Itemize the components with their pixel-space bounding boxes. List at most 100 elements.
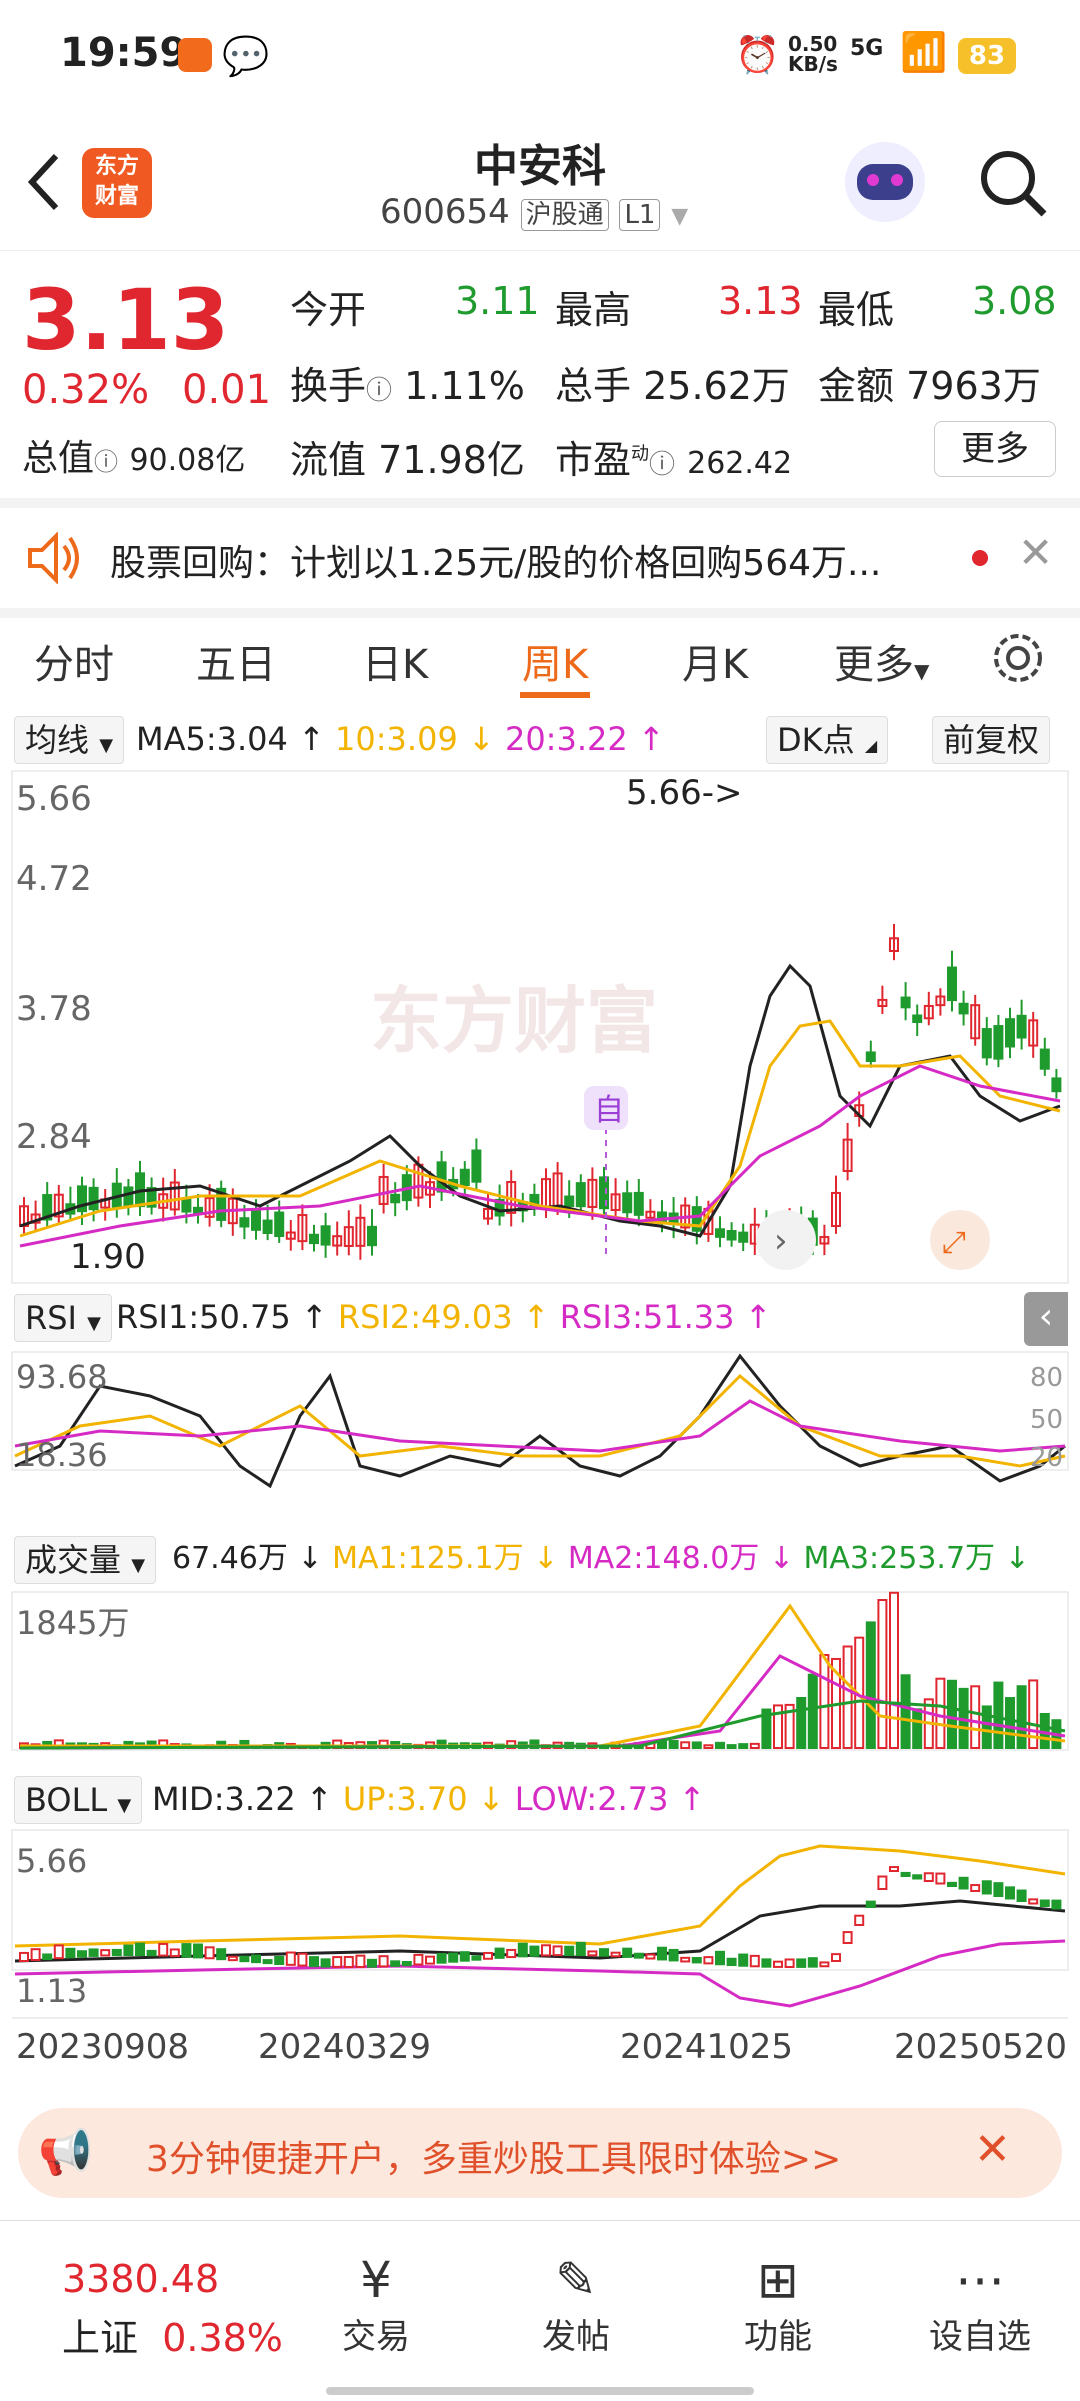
nav-function-label: 功能 (744, 2317, 812, 2357)
boll-candle (506, 1948, 517, 1959)
date-label: 20230908 (16, 2027, 189, 2067)
ma20-line (19, 1064, 1061, 1248)
boll-candle (575, 1941, 586, 1957)
rsi-selector[interactable]: RSI ▼ (14, 1294, 112, 1342)
unread-dot (972, 550, 988, 566)
tab-intraday[interactable]: 分时 (34, 632, 114, 690)
vol-ma1-value: MA1:125.1万 ↓ (332, 1541, 559, 1576)
chevron-down-icon: ▼ (671, 204, 689, 229)
boll-candle (367, 1958, 377, 1968)
boll-selector[interactable]: BOLL ▼ (14, 1776, 143, 1824)
low-label: 最低 (818, 288, 895, 332)
stock-code-line[interactable]: 600654 沪股通 L1 ▼ (380, 192, 688, 232)
boll-candle (343, 1955, 354, 1968)
wechat-icon: 💬 (222, 34, 270, 78)
boll-candle (401, 1961, 412, 1967)
nav-add-favorite[interactable]: ⋯ 设自选 (920, 2251, 1040, 2358)
boll-top-label: 5.66 (16, 1842, 87, 1880)
high-value: 3.13 (718, 279, 803, 323)
high-label: 最高 (555, 288, 632, 332)
vol-ma2-value: MA2:148.0万 ↓ (567, 1541, 794, 1576)
boll-candle (19, 1951, 29, 1962)
close-icon[interactable]: ✕ (974, 2124, 1011, 2175)
net-speed: 0.50 KB/s (788, 32, 838, 76)
search-icon[interactable] (978, 148, 1050, 220)
rsi-panel-frame (11, 1351, 1069, 1471)
index-quote[interactable]: 3380.48 上证 0.38% (62, 2257, 283, 2362)
tab-monthly-k[interactable]: 月K (682, 632, 748, 690)
tab-weekly-k[interactable]: 周K (522, 632, 588, 690)
announcement-bar[interactable]: 股票回购：计划以1.25元/股的价格回购564万... ✕ (0, 498, 1080, 618)
boll-candle (761, 1958, 772, 1968)
boll-candle (1016, 1889, 1027, 1902)
boll-candle (715, 1950, 725, 1966)
boll-candle (900, 1871, 911, 1878)
volume-bar (1005, 1697, 1015, 1749)
boll-candle (332, 1956, 343, 1968)
volume-bar (703, 1744, 714, 1750)
boll-candle (251, 1954, 261, 1964)
boll-candle (111, 1948, 122, 1957)
active-tab-indicator (520, 692, 590, 698)
tab-daily-k[interactable]: 日K (362, 632, 428, 690)
y-label: 5.66 (16, 779, 92, 819)
more-button[interactable]: 更多 (934, 421, 1056, 477)
index-change: 0.38% (162, 2316, 283, 2360)
ma20-value: 20:3.22 ↑ (504, 720, 665, 758)
boll-low-value: LOW:2.73 ↑ (514, 1780, 706, 1818)
boll-candle (599, 1948, 609, 1957)
boll-candle (947, 1881, 957, 1888)
boll-candle (738, 1953, 749, 1967)
boll-candle (425, 1955, 435, 1965)
robot-assistant-icon[interactable] (845, 142, 925, 222)
nav-post[interactable]: ✎ 发帖 (516, 2251, 636, 2358)
boll-candle (865, 1900, 876, 1909)
index-name: 上证 (62, 2316, 139, 2360)
boll-candle (1005, 1886, 1015, 1900)
volume-bar (993, 1681, 1004, 1750)
rsi2-value: RSI2:49.03 ↑ (337, 1298, 550, 1336)
volume: 总手 25.62万 (555, 364, 790, 408)
volume-bar (1016, 1685, 1027, 1749)
boll-candle (633, 1952, 644, 1959)
kline-chart[interactable]: 东方财富 自 5.66 4.72 3.78 2.84 5.66-> 1.90 ›… (0, 766, 1080, 2096)
announcement-text: 股票回购：计划以1.25元/股的价格回购564万... (110, 543, 882, 584)
close-icon[interactable]: ✕ (1018, 528, 1053, 577)
tab-five-day[interactable]: 五日 (196, 632, 276, 690)
expand-icon: ⤢ (942, 1225, 966, 1260)
boll-candle (378, 1955, 389, 1968)
chart-tabs: 分时 五日 日K 周K 月K 更多▼ (0, 608, 1080, 708)
volume-selector[interactable]: 成交量 ▼ (14, 1536, 157, 1584)
collapse-panel-button[interactable]: ‹ (1024, 1292, 1068, 1346)
settings-icon[interactable] (990, 630, 1046, 686)
boll-candle (285, 1951, 296, 1966)
quote-panel: 3.13 0.32% 0.01 总值ⓘ 90.08亿 今开 3.11 最高 3.… (0, 250, 1080, 501)
yen-icon: ¥ (360, 2251, 392, 2309)
boll-candle (622, 1947, 633, 1958)
boll-candle (680, 1956, 691, 1963)
boll-candle (390, 1960, 401, 1967)
volume-bar (738, 1743, 749, 1749)
boll-candle (53, 1944, 64, 1960)
boll-candle (216, 1948, 227, 1961)
ma-selector[interactable]: 均线 ▼ (14, 716, 125, 764)
low-value: 3.08 (972, 279, 1057, 323)
tab-more[interactable]: 更多▼ (834, 632, 929, 690)
boll-candle (958, 1876, 969, 1890)
dk-point-button[interactable]: DK点 ◢ (766, 716, 889, 764)
account-open-banner[interactable]: 📢 3分钟便捷开户，多重炒股工具限时体验>> ✕ (18, 2108, 1062, 2198)
chevron-right-icon: › (774, 1221, 788, 1261)
boll-candle (842, 1931, 853, 1944)
boll-candle (1051, 1899, 1062, 1910)
boll-candle (668, 1948, 679, 1962)
nav-trade[interactable]: ¥ 交易 (316, 2251, 436, 2358)
wifi-icon: 📶 (900, 30, 948, 74)
adjust-button[interactable]: 前复权 (932, 716, 1051, 764)
boll-candle (796, 1958, 807, 1968)
change-percent: 0.32% (22, 367, 150, 413)
boll-candle (181, 1943, 192, 1958)
amount: 金额 7963万 (818, 364, 1041, 408)
more-circle-icon: ⋯ (955, 2251, 1005, 2309)
megaphone-icon: 📢 (38, 2127, 93, 2178)
nav-function[interactable]: ⊞ 功能 (718, 2251, 838, 2358)
